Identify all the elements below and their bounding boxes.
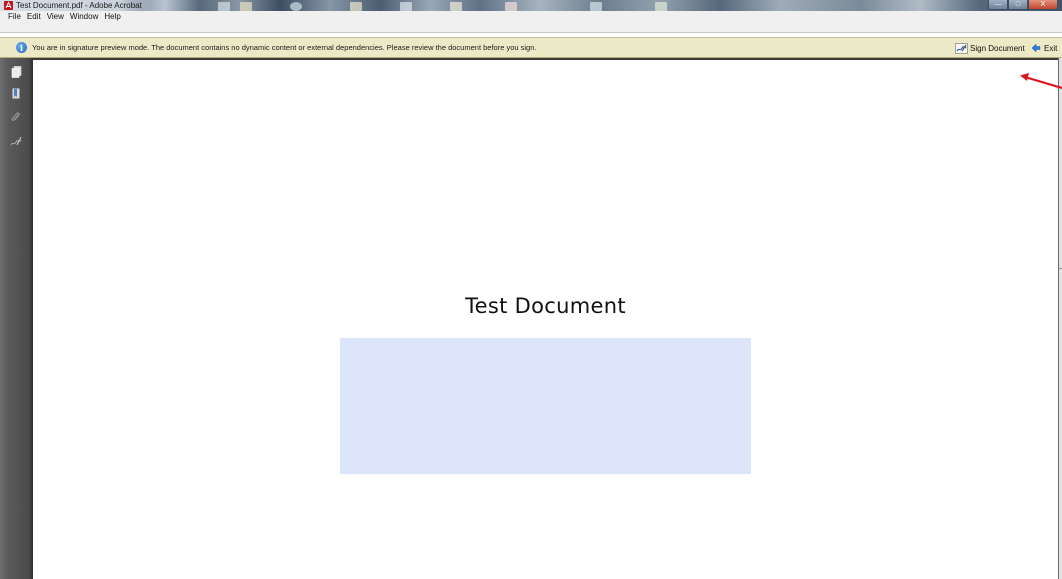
- taskbar-thumbnail: [290, 2, 302, 11]
- acrobat-icon: [4, 1, 13, 10]
- scrollbar-marker: [1058, 268, 1062, 269]
- signature-preview-infobar: i You are in signature preview mode. The…: [0, 37, 1062, 58]
- bookmark-icon[interactable]: [10, 88, 22, 100]
- maximize-button[interactable]: □: [1008, 0, 1028, 10]
- exit-label: Exit: [1044, 43, 1058, 53]
- title-bar: Test Document.pdf - Adobe Acrobat — □ X: [0, 0, 1062, 11]
- menu-window[interactable]: Window: [67, 11, 101, 22]
- menu-bar: File Edit View Window Help: [0, 11, 1062, 33]
- signatures-icon[interactable]: [10, 136, 22, 148]
- document-page[interactable]: Test Document: [33, 58, 1058, 579]
- infobar-message: You are in signature preview mode. The d…: [32, 43, 537, 52]
- window-title-area: Test Document.pdf - Adobe Acrobat: [0, 0, 150, 11]
- pages-icon[interactable]: [10, 66, 22, 78]
- vertical-scrollbar[interactable]: [1058, 58, 1062, 579]
- signature-field[interactable]: [340, 338, 751, 474]
- close-button[interactable]: X: [1028, 0, 1058, 10]
- taskbar-thumbnail: [450, 2, 462, 11]
- taskbar-thumbnail: [400, 2, 412, 11]
- window-title: Test Document.pdf - Adobe Acrobat: [16, 1, 142, 10]
- menu-help[interactable]: Help: [101, 11, 123, 22]
- taskbar-thumbnail: [505, 2, 517, 11]
- taskbar-thumbnail: [218, 2, 230, 11]
- sign-document-label: Sign Document: [970, 43, 1025, 53]
- attachment-icon[interactable]: [10, 112, 22, 124]
- exit-arrow-icon: [1031, 43, 1041, 53]
- minimize-button[interactable]: —: [988, 0, 1008, 10]
- taskbar-thumbnail: [590, 2, 602, 11]
- info-icon: i: [16, 42, 27, 53]
- menu-edit[interactable]: Edit: [24, 11, 44, 22]
- taskbar-thumbnail: [240, 2, 252, 11]
- taskbar-thumbnail: [655, 2, 667, 11]
- exit-button[interactable]: Exit: [1031, 41, 1057, 55]
- window-controls: — □ X: [988, 0, 1058, 11]
- menu-view[interactable]: View: [44, 11, 67, 22]
- navigation-pane: [0, 58, 33, 579]
- sign-pen-icon: [955, 42, 968, 54]
- taskbar-thumbnail: [350, 2, 362, 11]
- sign-document-button[interactable]: Sign Document: [955, 41, 1025, 55]
- annotation-arrow-icon: [1020, 73, 1062, 90]
- document-title: Test Document: [465, 294, 626, 318]
- menu-file[interactable]: File: [5, 11, 24, 22]
